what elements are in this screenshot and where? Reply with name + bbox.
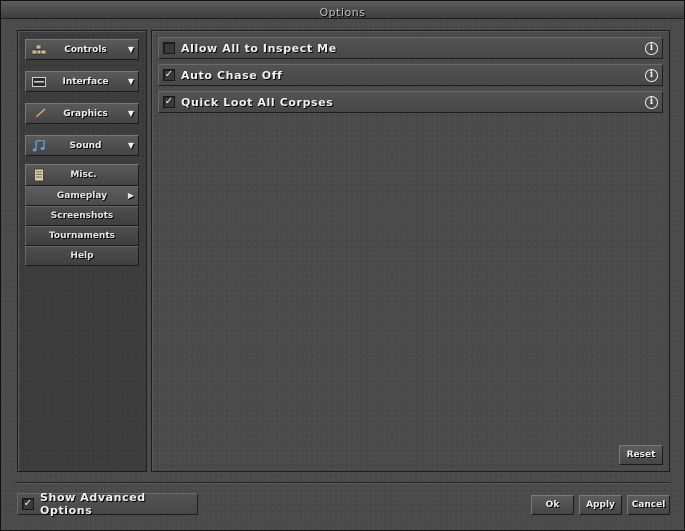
- chevron-down-icon: ▼: [127, 141, 135, 150]
- auto-chase-off-checkbox[interactable]: ✓: [163, 69, 175, 81]
- brush-icon: [31, 107, 47, 121]
- misc-item-label: Help: [70, 251, 94, 261]
- misc-item-help[interactable]: Help: [25, 246, 139, 266]
- chevron-down-icon: ▼: [127, 45, 135, 54]
- footer-divider: [15, 482, 670, 484]
- option-label: Quick Loot All Corpses: [181, 95, 334, 109]
- category-label: Controls: [64, 44, 107, 55]
- info-icon[interactable]: i: [645, 41, 658, 55]
- category-sidebar: Controls ▼ Interface ▼ Graphics ▼ Sound …: [17, 30, 147, 472]
- quick-loot-checkbox[interactable]: ✓: [163, 96, 175, 108]
- options-window: Options Controls ▼ Interface ▼ Graphics …: [0, 0, 685, 531]
- option-label: Allow All to Inspect Me: [181, 41, 337, 55]
- show-advanced-options-label: Show Advanced Options: [40, 491, 146, 517]
- category-graphics-button[interactable]: Graphics ▼: [25, 103, 139, 124]
- music-note-icon: [31, 139, 47, 153]
- category-label: Interface: [62, 76, 109, 87]
- category-sound-button[interactable]: Sound ▼: [25, 135, 139, 156]
- misc-item-gameplay[interactable]: Gameplay ▶: [25, 186, 139, 206]
- option-row-quick-loot: ✓ Quick Loot All Corpses i: [158, 91, 663, 113]
- misc-item-label: Gameplay: [56, 191, 108, 201]
- interface-icon: [31, 75, 47, 89]
- misc-item-label: Screenshots: [50, 211, 114, 221]
- show-advanced-options-checkbox[interactable]: ✓: [22, 498, 34, 510]
- info-icon[interactable]: i: [645, 95, 658, 109]
- category-misc-group: Misc. Gameplay ▶ Screenshots Tournaments…: [25, 164, 139, 266]
- chevron-down-icon: ▼: [127, 77, 135, 86]
- misc-item-tournaments[interactable]: Tournaments: [25, 226, 139, 246]
- scroll-icon: [31, 168, 47, 182]
- chevron-right-icon: ▶: [127, 191, 134, 200]
- controls-icon: [31, 43, 47, 57]
- window-body: Controls ▼ Interface ▼ Graphics ▼ Sound …: [1, 20, 684, 531]
- info-icon[interactable]: i: [645, 68, 658, 82]
- category-misc-button[interactable]: Misc.: [25, 164, 139, 186]
- ok-button[interactable]: Ok: [531, 495, 574, 515]
- category-controls-button[interactable]: Controls ▼: [25, 39, 139, 60]
- category-label: Misc.: [70, 170, 97, 180]
- chevron-down-icon: ▼: [127, 109, 135, 118]
- show-advanced-options-row: ✓ Show Advanced Options: [17, 491, 198, 517]
- category-label: Graphics: [63, 108, 108, 119]
- option-row-auto-chase-off: ✓ Auto Chase Off i: [158, 64, 663, 86]
- cancel-button[interactable]: Cancel: [627, 495, 670, 515]
- misc-item-label: Tournaments: [48, 231, 115, 241]
- window-title: Options: [319, 6, 366, 19]
- option-label: Auto Chase Off: [181, 68, 283, 82]
- allow-inspect-checkbox[interactable]: [163, 42, 175, 54]
- option-row-allow-inspect: Allow All to Inspect Me i: [158, 37, 663, 59]
- title-bar[interactable]: Options: [1, 1, 684, 19]
- options-panel: Allow All to Inspect Me i ✓ Auto Chase O…: [151, 30, 670, 472]
- apply-button[interactable]: Apply: [579, 495, 622, 515]
- misc-item-screenshots[interactable]: Screenshots: [25, 206, 139, 226]
- category-interface-button[interactable]: Interface ▼: [25, 71, 139, 92]
- category-label: Sound: [69, 140, 102, 151]
- reset-button[interactable]: Reset: [619, 445, 663, 465]
